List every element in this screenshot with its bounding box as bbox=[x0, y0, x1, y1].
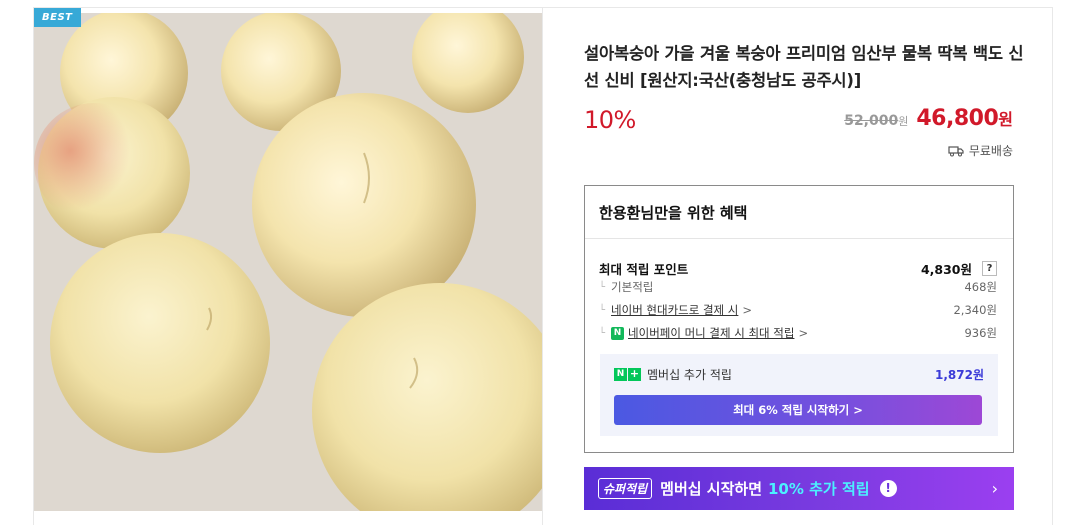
start-membership-button[interactable]: 최대 6% 적립 시작하기 > bbox=[614, 395, 982, 425]
membership-label: 멤버십 추가 적립 bbox=[647, 368, 732, 382]
tree-branch-icon: └ bbox=[599, 281, 606, 293]
benefit-row-npay[interactable]: └ N 네이버페이 머니 결제 시 최대 적립 > 936원 bbox=[599, 325, 997, 341]
chevron-right-icon: > bbox=[742, 303, 753, 317]
super-points-tag: 슈퍼적립 bbox=[598, 478, 653, 499]
price-group: 52,000원 46,800원 bbox=[844, 106, 1013, 131]
benefit-value: 2,340원 bbox=[953, 303, 997, 317]
product-image[interactable] bbox=[34, 13, 542, 511]
super-banner-text: 멤버십 시작하면 bbox=[660, 480, 762, 498]
super-points-banner[interactable]: 슈퍼적립 멤버십 시작하면 10% 추가 적립 ! › bbox=[584, 467, 1014, 510]
truck-icon bbox=[948, 145, 964, 156]
benefit-row-card[interactable]: └ 네이버 현대카드로 결제 시 > 2,340원 bbox=[599, 302, 997, 318]
chevron-right-icon[interactable]: › bbox=[992, 479, 998, 498]
sale-price: 46,800 bbox=[916, 106, 999, 131]
benefit-npay-link[interactable]: 네이버페이 머니 결제 시 최대 적립 bbox=[628, 325, 794, 341]
help-icon[interactable]: ? bbox=[982, 261, 997, 276]
membership-box: N + 멤버십 추가 적립 1,872원 최대 6% 적립 시작하기 > bbox=[600, 354, 998, 436]
membership-value: 1,872원 bbox=[935, 368, 984, 382]
original-price-unit: 원 bbox=[898, 115, 909, 128]
naver-plus-icon: N + bbox=[614, 368, 641, 381]
shipping-label: 무료배송 bbox=[968, 144, 1013, 158]
sale-price-unit: 원 bbox=[998, 110, 1013, 129]
benefit-row-basic: └ 기본적립 468원 bbox=[599, 279, 997, 295]
peaches-illustration bbox=[34, 13, 542, 511]
chevron-right-icon: > bbox=[798, 326, 809, 340]
original-price: 52,000 bbox=[844, 113, 899, 129]
npay-icon: N bbox=[611, 326, 625, 340]
benefit-value: 936원 bbox=[964, 326, 997, 340]
max-points-label: 최대 적립 포인트 bbox=[599, 262, 689, 277]
benefit-title: 한용환님만을 위한 혜택 bbox=[599, 204, 748, 222]
super-banner-accent: 10% 추가 적립 bbox=[768, 480, 870, 498]
product-title: 설아복숭아 가을 겨울 복숭아 프리미엄 임산부 물복 딱복 백도 신선 신비 … bbox=[584, 44, 1024, 90]
benefit-label: 기본적립 bbox=[611, 280, 654, 294]
shipping-info: 무료배송 bbox=[948, 142, 1013, 159]
alert-icon: ! bbox=[879, 480, 897, 497]
benefit-divider bbox=[585, 238, 1013, 239]
membership-row: N + 멤버십 추가 적립 1,872원 bbox=[614, 366, 984, 383]
tree-branch-icon: └ bbox=[599, 304, 606, 316]
benefit-value: 468원 bbox=[964, 280, 997, 294]
max-points-row: 최대 적립 포인트 4,830원 ? bbox=[599, 259, 997, 278]
discount-rate: 10% bbox=[584, 106, 636, 134]
pane-divider bbox=[542, 8, 543, 525]
tree-branch-icon: └ bbox=[599, 327, 606, 339]
benefit-card-link[interactable]: 네이버 현대카드로 결제 시 bbox=[611, 302, 738, 318]
max-points-value: 4,830원 bbox=[920, 262, 972, 277]
benefit-panel: 한용환님만을 위한 혜택 최대 적립 포인트 4,830원 ? └ 기본적립 46… bbox=[584, 185, 1014, 453]
best-badge: BEST bbox=[34, 8, 81, 27]
